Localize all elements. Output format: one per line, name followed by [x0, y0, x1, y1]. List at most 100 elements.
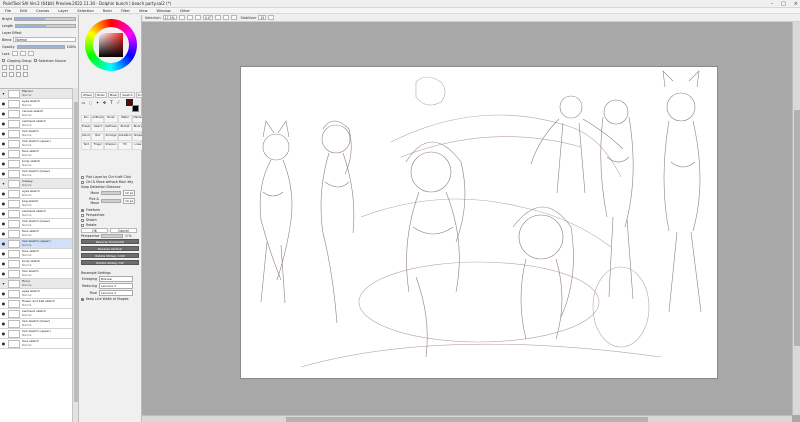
new-folder-icon[interactable]: [16, 65, 21, 70]
close-button[interactable]: ×: [794, 0, 798, 8]
new-linework-icon[interactable]: [9, 65, 14, 70]
layer-row[interactable]: ● body sketch Normal: [0, 159, 72, 169]
rotate-cw-button[interactable]: Rotate 90deg. CW: [81, 260, 139, 265]
visibility-eye-icon[interactable]: ●: [1, 191, 6, 195]
layer-row[interactable]: ● bag sketch Normal: [0, 199, 72, 209]
visibility-eye-icon[interactable]: ●: [1, 101, 6, 105]
reverse-vertical-button[interactable]: Reverse Vertical: [81, 246, 139, 251]
lock-paint-button[interactable]: [19, 51, 26, 56]
freeform-radio[interactable]: Freeform: [81, 208, 139, 212]
magic-wand-icon[interactable]: ✦: [95, 100, 100, 105]
brush-slot[interactable]: Pencil: [81, 133, 92, 141]
length-slider[interactable]: [15, 23, 76, 28]
brush-slot[interactable]: Blur: [91, 133, 105, 141]
layer-row[interactable]: ● hair sketch (upper) Normal: [0, 329, 72, 339]
pick-snap-slider[interactable]: [101, 199, 121, 203]
layer-effect-row[interactable]: Layer Effect: [0, 29, 78, 36]
brush-slot[interactable]: Finger: [91, 142, 105, 150]
layer-row[interactable]: ● eyes sketch Normal: [0, 289, 72, 299]
enlarging-select[interactable]: Bilinear: [99, 276, 133, 282]
clear-layer-icon[interactable]: [9, 72, 14, 77]
brush-slot[interactable]: Water: [117, 115, 133, 123]
layer-row[interactable]: ● face sketch Normal: [0, 339, 72, 349]
new-layer-icon[interactable]: [2, 65, 7, 70]
rotate-ccw-button[interactable]: Rotate 90deg. CCW: [81, 253, 139, 258]
visibility-eye-icon[interactable]: ▾: [1, 181, 6, 185]
brush-slot[interactable]: Brush: [104, 115, 118, 123]
horizontal-scroll-thumb[interactable]: [286, 417, 648, 422]
color-tab-swatch[interactable]: Swatch: [120, 92, 135, 98]
layer-row[interactable]: ● face sketch Normal: [0, 229, 72, 239]
rotate-left-button[interactable]: [215, 15, 222, 20]
layer-row[interactable]: ● canvas sketch Normal: [0, 109, 72, 119]
brush-slot[interactable]: SelErase: [104, 124, 118, 132]
brush-slot[interactable]: Smudge: [104, 133, 118, 141]
layer-row[interactable]: ● swimsuit sketch Normal: [0, 209, 72, 219]
visibility-eye-icon[interactable]: ●: [1, 111, 6, 115]
visibility-eye-icon[interactable]: ▾: [1, 91, 6, 95]
angle-field[interactable]: 0.0°: [202, 15, 214, 20]
clipping-checkbox[interactable]: Clipping Group: [2, 59, 32, 63]
stabilizer-dropdown[interactable]: [268, 15, 275, 20]
lasso-icon[interactable]: ◌: [88, 100, 93, 105]
layer-row[interactable]: ● swimsuit sketch Normal: [0, 119, 72, 129]
zoom-in-button[interactable]: [178, 15, 185, 20]
select-rect-icon[interactable]: ▭: [81, 100, 86, 105]
perspective-radio[interactable]: Perspective: [81, 213, 139, 217]
reverse-horizontal-button[interactable]: Reverse Horizontal: [81, 239, 139, 244]
layer-row[interactable]: ● hair sketch (lower) Normal: [0, 219, 72, 229]
pick-snap-value[interactable]: 10 px: [123, 198, 136, 204]
blend-select[interactable]: Normal: [13, 37, 76, 42]
flip-view-button[interactable]: [231, 15, 238, 20]
lock-move-button[interactable]: [27, 51, 34, 56]
move-snap-value[interactable]: 10 px: [123, 190, 136, 196]
lock-transparency-button[interactable]: [11, 51, 18, 56]
brush-slot[interactable]: AirBrush: [91, 115, 105, 123]
layer-row[interactable]: ● face sketch Normal: [0, 149, 72, 159]
visibility-eye-icon[interactable]: ●: [1, 121, 6, 125]
pick-layer-checkbox[interactable]: Pick Layer by Ctrl+Left Click: [81, 175, 135, 179]
ok-button[interactable]: OK: [81, 228, 108, 233]
brush-slot[interactable]: Eraser: [81, 124, 92, 132]
distort-radio[interactable]: Distort: [81, 218, 139, 222]
mask-icon[interactable]: [16, 72, 21, 77]
canvas-workspace[interactable]: [142, 22, 792, 415]
layer-row[interactable]: ● hair sketch Normal: [0, 129, 72, 139]
saturation-value-square[interactable]: [99, 33, 123, 57]
vertical-scroll-thumb[interactable]: [794, 110, 800, 346]
menu-window[interactable]: Window: [157, 9, 171, 13]
selection-source-checkbox[interactable]: Selection Source: [33, 59, 66, 63]
eyedropper-icon[interactable]: ⁄: [116, 100, 121, 105]
drawing-canvas[interactable]: [241, 67, 717, 378]
visibility-eye-icon[interactable]: ●: [1, 211, 6, 215]
menu-other[interactable]: Other: [180, 9, 190, 13]
menu-layer[interactable]: Layer: [58, 9, 68, 13]
visibility-eye-icon[interactable]: ●: [1, 301, 6, 305]
color-tab-wheel[interactable]: Wheel: [81, 92, 94, 98]
menu-edit[interactable]: Edit: [20, 9, 27, 13]
brush-slot[interactable]: Bucket: [117, 124, 133, 132]
visibility-eye-icon[interactable]: ●: [1, 151, 6, 155]
color-tab-slider[interactable]: Slider: [94, 92, 107, 98]
layer-row[interactable]: ● swimsuit sketch Normal: [0, 309, 72, 319]
final-select[interactable]: Lanczos 3: [99, 290, 133, 296]
reducing-select[interactable]: Lanczos 3: [99, 283, 133, 289]
visibility-eye-icon[interactable]: ●: [1, 171, 6, 175]
visibility-eye-icon[interactable]: ●: [1, 251, 6, 255]
move-snap-slider[interactable]: [101, 191, 121, 195]
rotate-right-button[interactable]: [223, 15, 230, 20]
visibility-eye-icon[interactable]: ●: [1, 321, 6, 325]
layer-row[interactable]: ● hair sketch (upper) Normal: [0, 139, 72, 149]
layer-folder[interactable]: ▾ Marisol Normal: [0, 89, 72, 99]
layer-row[interactable]: ● hair sketch (lower) Normal: [0, 319, 72, 329]
sub-color-swatch[interactable]: [132, 105, 139, 112]
visibility-eye-icon[interactable]: ●: [1, 291, 6, 295]
visibility-eye-icon[interactable]: ●: [1, 161, 6, 165]
menu-selection[interactable]: Selection: [77, 9, 94, 13]
layer-row[interactable]: ● body sketch Normal: [0, 259, 72, 269]
visibility-eye-icon[interactable]: ●: [1, 241, 6, 245]
visibility-eye-icon[interactable]: ●: [1, 311, 6, 315]
ctrl-move-checkbox[interactable]: Ctrl & Move without Mod. Key: [81, 180, 135, 184]
layer-row[interactable]: ● eyes sketch Normal: [0, 99, 72, 109]
brush-slot[interactable]: Text: [81, 142, 92, 150]
